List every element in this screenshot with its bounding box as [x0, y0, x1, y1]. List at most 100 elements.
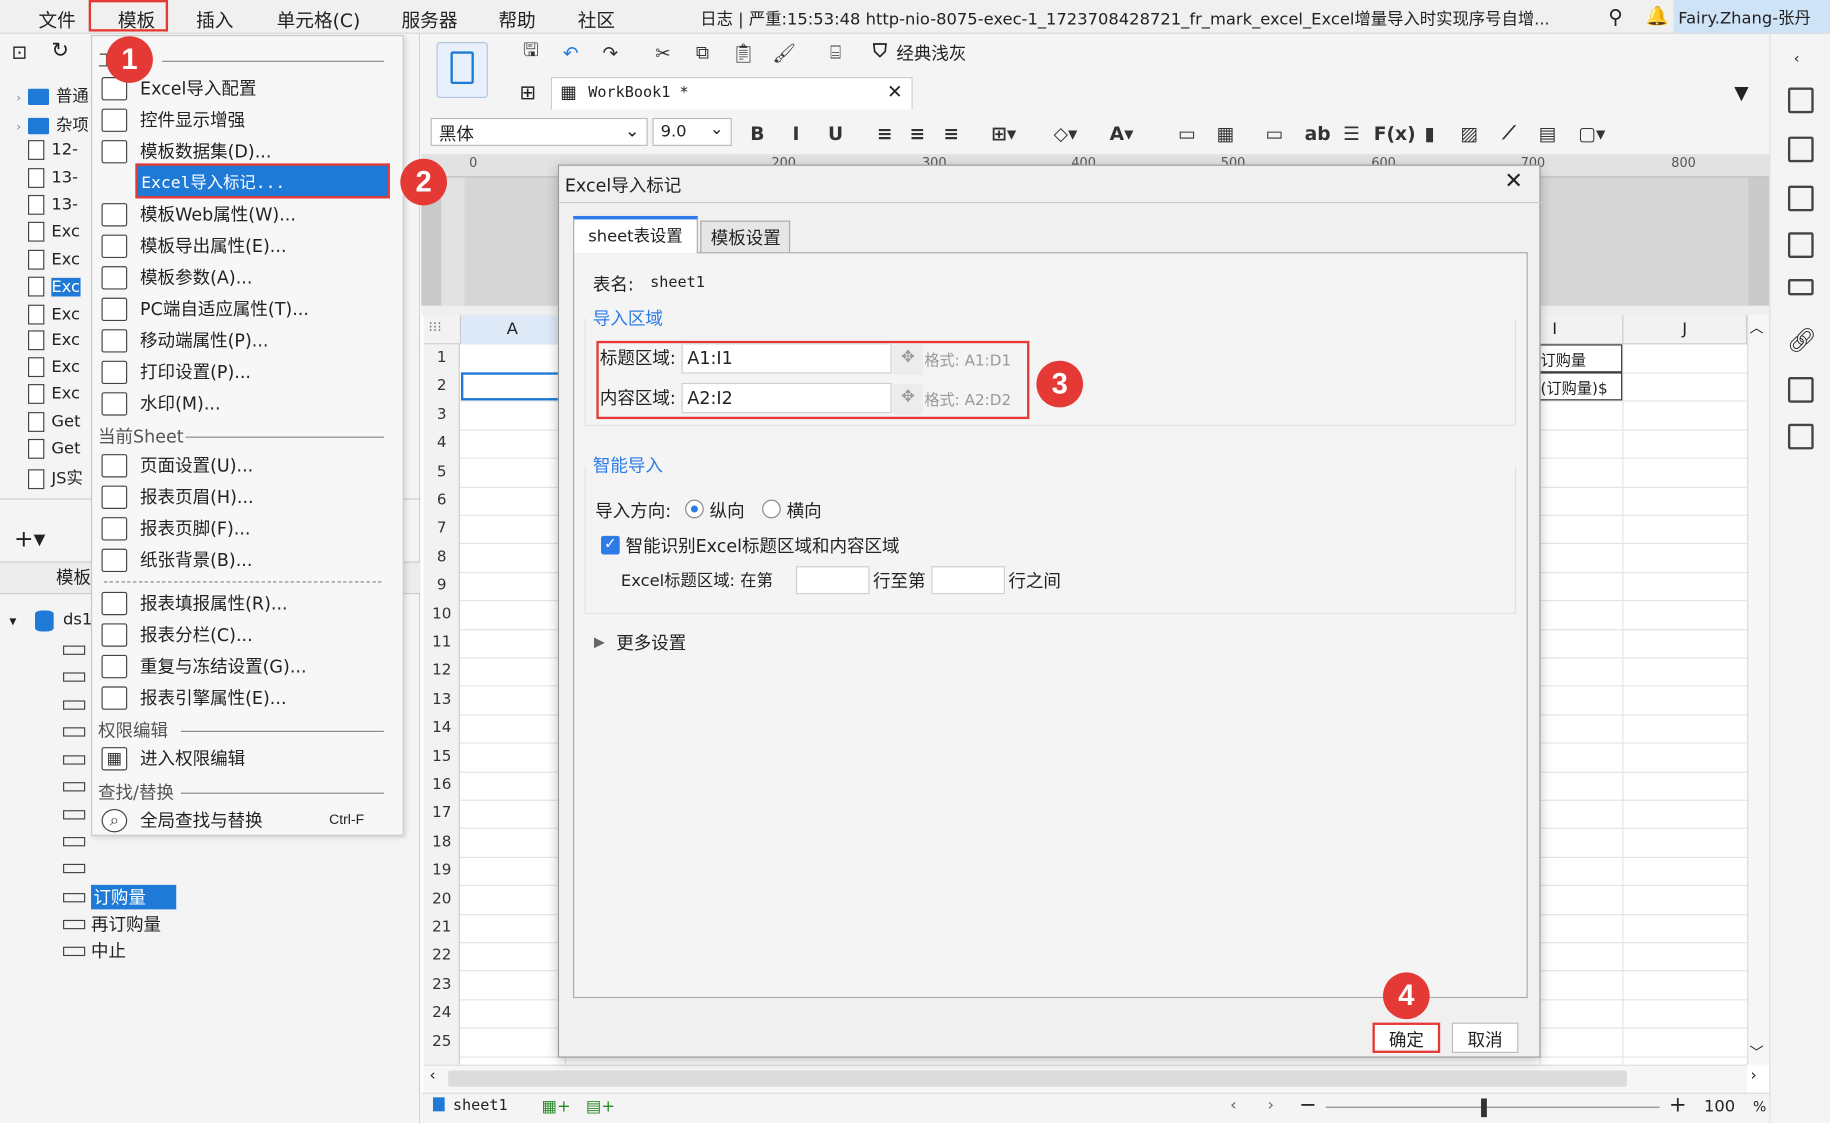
- row-number[interactable]: 25: [424, 1033, 460, 1051]
- zoom-value[interactable]: 100: [1704, 1097, 1735, 1116]
- copy-icon[interactable]: ⧉: [687, 37, 717, 67]
- tree-item[interactable]: Exc: [16, 304, 80, 325]
- zoom-slider[interactable]: [1325, 1106, 1660, 1108]
- redo-icon[interactable]: ↷: [595, 37, 625, 67]
- insert-widget-icon[interactable]: ▭: [1259, 118, 1289, 148]
- row-number[interactable]: 1: [424, 349, 460, 367]
- menu-item[interactable]: 打印设置(P)...: [101, 360, 251, 385]
- menu-help[interactable]: 帮助: [498, 5, 535, 33]
- menu-community[interactable]: 社区: [578, 5, 615, 33]
- align-right-icon[interactable]: ≡: [936, 118, 966, 148]
- menu-item[interactable]: 模板Web属性(W)...: [101, 202, 296, 227]
- tree-item[interactable]: Get: [16, 438, 80, 459]
- smart-checkbox[interactable]: ✓: [601, 535, 620, 555]
- theme-label[interactable]: 经典浅灰: [896, 41, 966, 66]
- scroll-down-icon[interactable]: ﹀: [1749, 1042, 1763, 1062]
- expand-icon[interactable]: ▶: [594, 634, 605, 650]
- cell-i1[interactable]: 订购量: [1539, 344, 1623, 373]
- field-item[interactable]: 订购量: [91, 884, 177, 910]
- tree-item[interactable]: Exc: [16, 384, 80, 404]
- tree-item[interactable]: Get: [16, 412, 80, 432]
- zoom-out-icon[interactable]: −: [1299, 1093, 1317, 1118]
- close-icon[interactable]: ✕: [1504, 168, 1523, 194]
- tab-template-settings[interactable]: 模板设置: [700, 220, 791, 253]
- row-number[interactable]: 17: [424, 805, 460, 823]
- ok-button[interactable]: 确定: [1372, 1022, 1441, 1053]
- tree-item[interactable]: › 普通: [16, 84, 88, 107]
- font-name-select[interactable]: 黑体 ⌄: [430, 117, 648, 146]
- align-center-icon[interactable]: ≡: [902, 118, 932, 148]
- row-number[interactable]: 24: [424, 1004, 460, 1022]
- column-i-header[interactable]: I: [1539, 315, 1622, 345]
- radio-vertical[interactable]: [685, 499, 704, 519]
- grid-view-icon[interactable]: ⊞: [519, 82, 536, 105]
- add-dataset-icon[interactable]: +▾: [14, 524, 45, 552]
- add-sheet-icon[interactable]: ▦+: [542, 1097, 571, 1116]
- next-sheet-icon[interactable]: ›: [1267, 1096, 1274, 1115]
- tree-structure-icon[interactable]: [1787, 377, 1814, 403]
- cell-attribute-icon[interactable]: [1787, 136, 1814, 163]
- menu-item[interactable]: 报表分栏(C)...: [101, 622, 253, 647]
- user-name[interactable]: Fairy.Zhang-张丹: [1673, 0, 1830, 33]
- radio-horizontal[interactable]: [762, 499, 781, 519]
- collapse-right-icon[interactable]: ‹: [1794, 50, 1800, 66]
- menu-item[interactable]: 控件显示增强: [101, 107, 245, 132]
- sheet-tab[interactable]: sheet1: [453, 1097, 508, 1115]
- row-number[interactable]: 22: [424, 947, 460, 965]
- tree-item[interactable]: Exc: [16, 276, 81, 297]
- row-number[interactable]: 10: [424, 605, 460, 623]
- tree-item[interactable]: › 杂项: [16, 113, 88, 136]
- tree-item[interactable]: Exc: [16, 357, 80, 378]
- move-icon[interactable]: ✥: [892, 344, 924, 375]
- save-icon[interactable]: 🖫︎: [516, 37, 546, 67]
- row-number[interactable]: 16: [424, 776, 460, 794]
- menu-file[interactable]: 文件: [39, 5, 76, 33]
- title-area-input[interactable]: A1:I1: [681, 343, 892, 374]
- hyperlink-icon[interactable]: 🔗︎: [1787, 326, 1817, 354]
- condition-attribute-icon[interactable]: [1787, 278, 1814, 296]
- tab-sheet-settings[interactable]: sheet表设置: [573, 215, 698, 254]
- menu-server[interactable]: 服务器: [401, 5, 457, 33]
- row-number[interactable]: 12: [424, 662, 460, 680]
- tree-item[interactable]: Exc: [16, 221, 80, 242]
- zoom-in-icon[interactable]: +: [1669, 1093, 1687, 1118]
- text-align-icon[interactable]: ☰: [1336, 118, 1366, 148]
- sub-report-icon[interactable]: ▤: [1532, 118, 1562, 148]
- search-icon[interactable]: ⚲: [1608, 6, 1623, 29]
- row-number[interactable]: 3: [424, 406, 460, 424]
- tree-item[interactable]: JS实: [16, 466, 83, 489]
- image-icon[interactable]: ▨: [1454, 118, 1484, 148]
- field-item[interactable]: 再订购量: [91, 912, 161, 937]
- log-message[interactable]: 日志 | 严重:15:53:48 http-nio-8075-exec-1_17…: [700, 7, 1599, 30]
- menu-cell[interactable]: 单元格(C): [277, 5, 361, 33]
- scroll-right-icon[interactable]: ›: [1751, 1067, 1757, 1085]
- column-a-header[interactable]: A: [459, 315, 565, 345]
- row-number[interactable]: 5: [424, 463, 460, 481]
- row-number[interactable]: 8: [424, 548, 460, 566]
- import-icon[interactable]: [1787, 423, 1814, 450]
- refresh-icon[interactable]: ↻: [51, 39, 69, 64]
- template-dataset-tab[interactable]: 模板: [56, 565, 91, 590]
- find-replace-item[interactable]: ⌕ 全局查找与替换: [101, 808, 263, 833]
- tree-item[interactable]: 13-: [16, 168, 78, 188]
- cut-icon[interactable]: ✂: [648, 37, 678, 67]
- text-icon[interactable]: ab: [1298, 118, 1338, 148]
- permission-edit-item[interactable]: ▦ 进入权限编辑: [101, 746, 245, 771]
- vertical-scrollbar[interactable]: [1747, 315, 1770, 1065]
- slash-icon[interactable]: ⟋: [1494, 118, 1524, 148]
- more-settings[interactable]: 更多设置: [616, 630, 686, 655]
- menu-item[interactable]: 报表填报属性(R)...: [101, 591, 288, 616]
- font-size-select[interactable]: 9.0 ⌄: [652, 117, 732, 146]
- menu-item[interactable]: 模板导出属性(E)...: [101, 233, 287, 258]
- row-number[interactable]: 14: [424, 719, 460, 737]
- menu-item[interactable]: 水印(M)...: [101, 391, 221, 416]
- pin-icon[interactable]: ▼: [1734, 82, 1748, 104]
- menu-item[interactable]: PC端自适应属性(T)...: [101, 297, 309, 322]
- menu-item[interactable]: 重复与冻结设置(G)...: [101, 654, 307, 679]
- new-folder-icon[interactable]: ⊡: [12, 41, 28, 63]
- bell-icon[interactable]: 🔔: [1646, 5, 1669, 27]
- menu-item[interactable]: 报表页眉(H)...: [101, 484, 254, 509]
- border-icon[interactable]: ⊞▾: [984, 118, 1024, 148]
- expand-arrow-icon[interactable]: ›: [16, 92, 28, 105]
- close-tab-icon[interactable]: ✕: [887, 81, 903, 103]
